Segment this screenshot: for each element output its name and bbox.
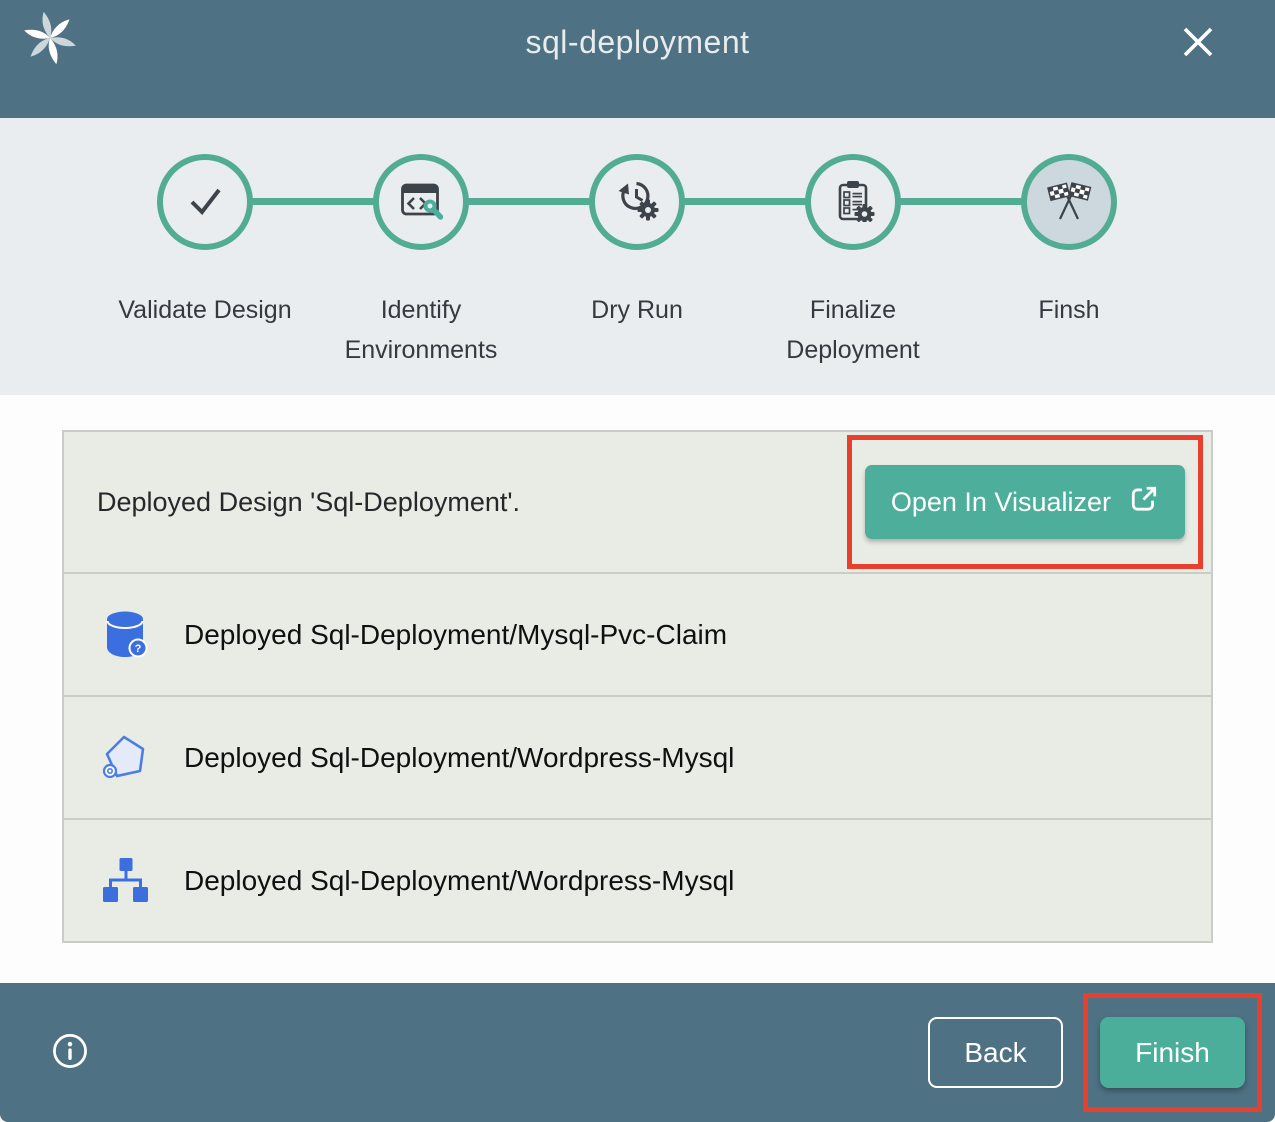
highlight-annotation: Open In Visualizer: [847, 435, 1203, 569]
step-circle: [805, 154, 901, 250]
deployed-item-text: Deployed Sql-Deployment/Wordpress-Mysql: [184, 865, 734, 897]
step-validate-design: Validate Design: [117, 154, 293, 330]
step-circle: [1021, 154, 1117, 250]
step-label: Finalize Deployment: [765, 290, 941, 370]
external-link-icon: [1129, 484, 1159, 521]
table-row: Deployed Sql-Deployment/Wordpress-Mysql: [62, 818, 1213, 943]
info-icon[interactable]: [52, 1033, 88, 1072]
finish-button[interactable]: Finish: [1100, 1017, 1245, 1088]
open-in-visualizer-label: Open In Visualizer: [891, 487, 1111, 518]
modal-footer: Back Finish: [0, 983, 1275, 1122]
deployment-wizard-modal: sql-deployment Validate Design: [0, 0, 1275, 1122]
close-icon[interactable]: [1177, 22, 1219, 64]
database-icon: ?: [102, 610, 148, 660]
table-row: ? Deployed Sql-Deployment/Mysql-Pvc-Clai…: [62, 572, 1213, 697]
hierarchy-deployment-icon: [102, 856, 148, 906]
code-configure-icon: [399, 178, 443, 227]
check-icon: [183, 178, 227, 227]
open-in-visualizer-button[interactable]: Open In Visualizer: [865, 465, 1185, 539]
deployment-stepper: Validate Design Identify Environments: [0, 118, 1275, 395]
results-list: Deployed Design 'Sql-Deployment'. Open I…: [62, 430, 1213, 943]
highlight-annotation: Finish: [1083, 993, 1262, 1112]
step-finish: Finsh: [981, 154, 1157, 330]
step-dry-run: Dry Run: [549, 154, 725, 330]
step-label: Dry Run: [549, 290, 725, 330]
deployed-item-text: Deployed Sql-Deployment/Wordpress-Mysql: [184, 742, 734, 774]
deployed-item-text: Deployed Sql-Deployment/Mysql-Pvc-Claim: [184, 619, 727, 651]
modal-header: sql-deployment: [0, 0, 1275, 118]
step-label: Validate Design: [117, 290, 293, 330]
deployed-design-text: Deployed Design 'Sql-Deployment'.: [97, 487, 520, 518]
pentagon-service-icon: [102, 733, 148, 783]
results-panel: Deployed Design 'Sql-Deployment'. Open I…: [0, 395, 1275, 983]
step-circle: [373, 154, 469, 250]
deployed-design-row: Deployed Design 'Sql-Deployment'. Open I…: [62, 430, 1213, 574]
clipboard-gear-icon: [831, 178, 875, 227]
svg-text:?: ?: [135, 643, 142, 655]
step-identify-environments: Identify Environments: [333, 154, 509, 370]
step-label: Identify Environments: [333, 290, 509, 370]
step-circle: [157, 154, 253, 250]
step-finalize-deployment: Finalize Deployment: [765, 154, 941, 370]
back-button[interactable]: Back: [928, 1017, 1063, 1088]
modal-title: sql-deployment: [0, 24, 1275, 61]
dry-run-history-icon: [615, 178, 659, 227]
step-label: Finsh: [981, 290, 1157, 330]
step-circle: [589, 154, 685, 250]
finish-flags-icon: [1046, 178, 1092, 227]
table-row: Deployed Sql-Deployment/Wordpress-Mysql: [62, 695, 1213, 820]
